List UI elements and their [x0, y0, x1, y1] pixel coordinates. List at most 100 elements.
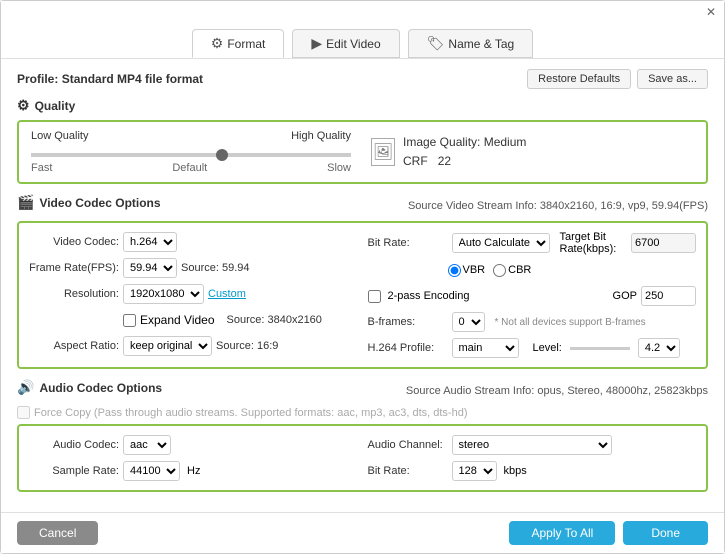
quality-right: 🖼 Image Quality: Medium CRF 22 — [371, 133, 526, 171]
name-tag-icon: 🏷 — [427, 35, 445, 52]
force-copy-checkbox — [17, 406, 30, 419]
restore-defaults-button[interactable]: Restore Defaults — [527, 69, 631, 89]
quality-icon: ⚙ — [17, 97, 30, 114]
audio-bitrate-row: Bit Rate: 128 192 256 kbps — [368, 460, 697, 482]
sample-rate-row: Sample Rate: 44100 48000 22050 Hz — [29, 460, 358, 482]
gop-input[interactable] — [641, 286, 696, 306]
framerate-label: Frame Rate(FPS): — [29, 262, 119, 274]
hz-label: Hz — [187, 465, 200, 477]
audio-codec-select[interactable]: aac mp3 ac3 — [123, 435, 171, 455]
right-buttons: Apply To All Done — [509, 521, 708, 545]
quality-header: ⚙ Quality — [17, 97, 708, 114]
format-icon: ⚙ — [211, 35, 224, 52]
h264-profile-select[interactable]: main high baseline — [452, 338, 519, 358]
kbps-label: kbps — [504, 465, 527, 477]
vbr-cbr-group: VBR CBR — [448, 264, 532, 277]
content-area: Profile: Standard MP4 file format Restor… — [1, 59, 724, 512]
resolution-select[interactable]: 1920x1080 3840x2160 1280x720 — [123, 284, 204, 304]
bframes-select[interactable]: 0 1 2 — [452, 312, 485, 332]
audio-channel-label: Audio Channel: — [368, 439, 448, 451]
audio-codec-header-row: 🔊 Audio Codec Options Source Audio Strea… — [17, 379, 708, 402]
target-bitrate-label: Target Bit Rate(kbps): — [560, 231, 628, 255]
cancel-button[interactable]: Cancel — [17, 521, 98, 545]
quality-labels-top: Low Quality High Quality — [31, 130, 351, 142]
expand-row: Expand Video Source: 3840x2160 — [29, 309, 358, 331]
two-pass-checkbox[interactable] — [368, 290, 381, 303]
profile-label: Profile: — [17, 72, 58, 86]
vbr-radio[interactable] — [448, 264, 461, 277]
codec-left: Video Codec: h.264 h.265 vp9 Frame Rate(… — [29, 231, 358, 359]
cbr-radio[interactable] — [493, 264, 506, 277]
done-button[interactable]: Done — [623, 521, 708, 545]
audio-codec-box: Audio Codec: aac mp3 ac3 Sample Rate: 44… — [17, 424, 708, 492]
quality-info: Image Quality: Medium CRF 22 — [403, 133, 526, 171]
image-quality-label: Image Quality: Medium — [403, 133, 526, 152]
framerate-row: Frame Rate(FPS): 59.94 30 24 Source: 59.… — [29, 257, 358, 279]
slow-label: Slow — [327, 162, 351, 174]
bframes-label: B-frames: — [368, 316, 448, 328]
tab-bar: ⚙ Format ▶ Edit Video 🏷 Name & Tag — [1, 23, 724, 59]
save-as-button[interactable]: Save as... — [637, 69, 708, 89]
audio-codec-title: Audio Codec Options — [39, 381, 162, 395]
cbr-label[interactable]: CBR — [493, 264, 531, 277]
audio-source-info: Source Audio Stream Info: opus, Stereo, … — [406, 385, 708, 397]
level-slider — [570, 347, 630, 350]
aspect-source: Source: 16:9 — [216, 340, 278, 352]
level-select[interactable]: 4.2 4.0 5.0 — [638, 338, 680, 358]
tab-edit-video[interactable]: ▶ Edit Video — [292, 29, 399, 58]
apply-to-all-button[interactable]: Apply To All — [509, 521, 615, 545]
framerate-select[interactable]: 59.94 30 24 — [123, 258, 177, 278]
h264-profile-label: H.264 Profile: — [368, 342, 448, 354]
vbr-label[interactable]: VBR — [448, 264, 486, 277]
video-codec-icon: 🎬 — [17, 194, 34, 211]
title-bar: ✕ — [1, 1, 724, 23]
audio-channel-select[interactable]: stereo mono 5.1 — [452, 435, 612, 455]
gop-label: GOP — [613, 290, 637, 302]
image-icon: 🖼 — [371, 138, 395, 166]
tab-name-tag-label: Name & Tag — [448, 37, 514, 51]
resolution-row: Resolution: 1920x1080 3840x2160 1280x720… — [29, 283, 358, 305]
force-copy-label: Force Copy (Pass through audio streams. … — [34, 407, 467, 419]
expand-video-label: Expand Video — [140, 313, 215, 327]
bitrate-select[interactable]: Auto Calculate Custom — [452, 233, 550, 253]
tab-name-tag[interactable]: 🏷 Name & Tag — [408, 29, 534, 58]
audio-codec-section: 🔊 Audio Codec Options Source Audio Strea… — [17, 379, 708, 492]
profile-row: Profile: Standard MP4 file format Restor… — [17, 69, 708, 89]
tab-format[interactable]: ⚙ Format — [192, 29, 285, 58]
video-source-info: Source Video Stream Info: 3840x2160, 16:… — [408, 200, 708, 212]
target-bitrate-input[interactable] — [631, 233, 696, 253]
crf-row: CRF 22 — [403, 152, 526, 171]
video-codec-select[interactable]: h.264 h.265 vp9 — [123, 232, 177, 252]
h264-profile-row: H.264 Profile: main high baseline Level:… — [368, 337, 697, 359]
quality-slider[interactable] — [31, 153, 351, 157]
video-codec-header: 🎬 Video Codec Options — [17, 194, 161, 211]
high-quality-label: High Quality — [291, 130, 351, 142]
default-label: Default — [172, 162, 207, 174]
quality-title: Quality — [35, 99, 76, 113]
audio-codec-row: Audio Codec: aac mp3 ac3 — [29, 434, 358, 456]
audio-icon: 🔊 — [17, 379, 34, 396]
quality-box: Low Quality High Quality Fast Default Sl… — [17, 120, 708, 184]
bframes-row: B-frames: 0 1 2 * Not all devices suppor… — [368, 311, 697, 333]
sample-rate-select[interactable]: 44100 48000 22050 — [123, 461, 180, 481]
low-quality-label: Low Quality — [31, 130, 88, 142]
aspect-select[interactable]: keep original 4:3 16:9 — [123, 336, 212, 356]
audio-bitrate-select[interactable]: 128 192 256 — [452, 461, 497, 481]
quality-slider-area: Low Quality High Quality Fast Default Sl… — [31, 130, 351, 174]
expand-video-checkbox[interactable] — [123, 314, 136, 327]
audio-left: Audio Codec: aac mp3 ac3 Sample Rate: 44… — [29, 434, 358, 482]
video-codec-header-row: 🎬 Video Codec Options Source Video Strea… — [17, 194, 708, 217]
video-codec-label: Video Codec: — [29, 236, 119, 248]
bframes-note: * Not all devices support B-frames — [495, 317, 646, 328]
crf-value: 22 — [438, 154, 451, 168]
resolution-label: Resolution: — [29, 288, 119, 300]
close-button[interactable]: ✕ — [704, 5, 718, 19]
bottom-bar: Cancel Apply To All Done — [1, 512, 724, 553]
tab-format-label: Format — [227, 37, 265, 51]
quality-section: ⚙ Quality Low Quality High Quality Fast … — [17, 97, 708, 184]
main-window: ✕ ⚙ Format ▶ Edit Video 🏷 Name & Tag Pro… — [0, 0, 725, 554]
tab-edit-video-label: Edit Video — [326, 37, 381, 51]
audio-bitrate-label: Bit Rate: — [368, 465, 448, 477]
custom-button[interactable]: Custom — [208, 288, 246, 300]
profile-text: Profile: Standard MP4 file format — [17, 72, 203, 86]
